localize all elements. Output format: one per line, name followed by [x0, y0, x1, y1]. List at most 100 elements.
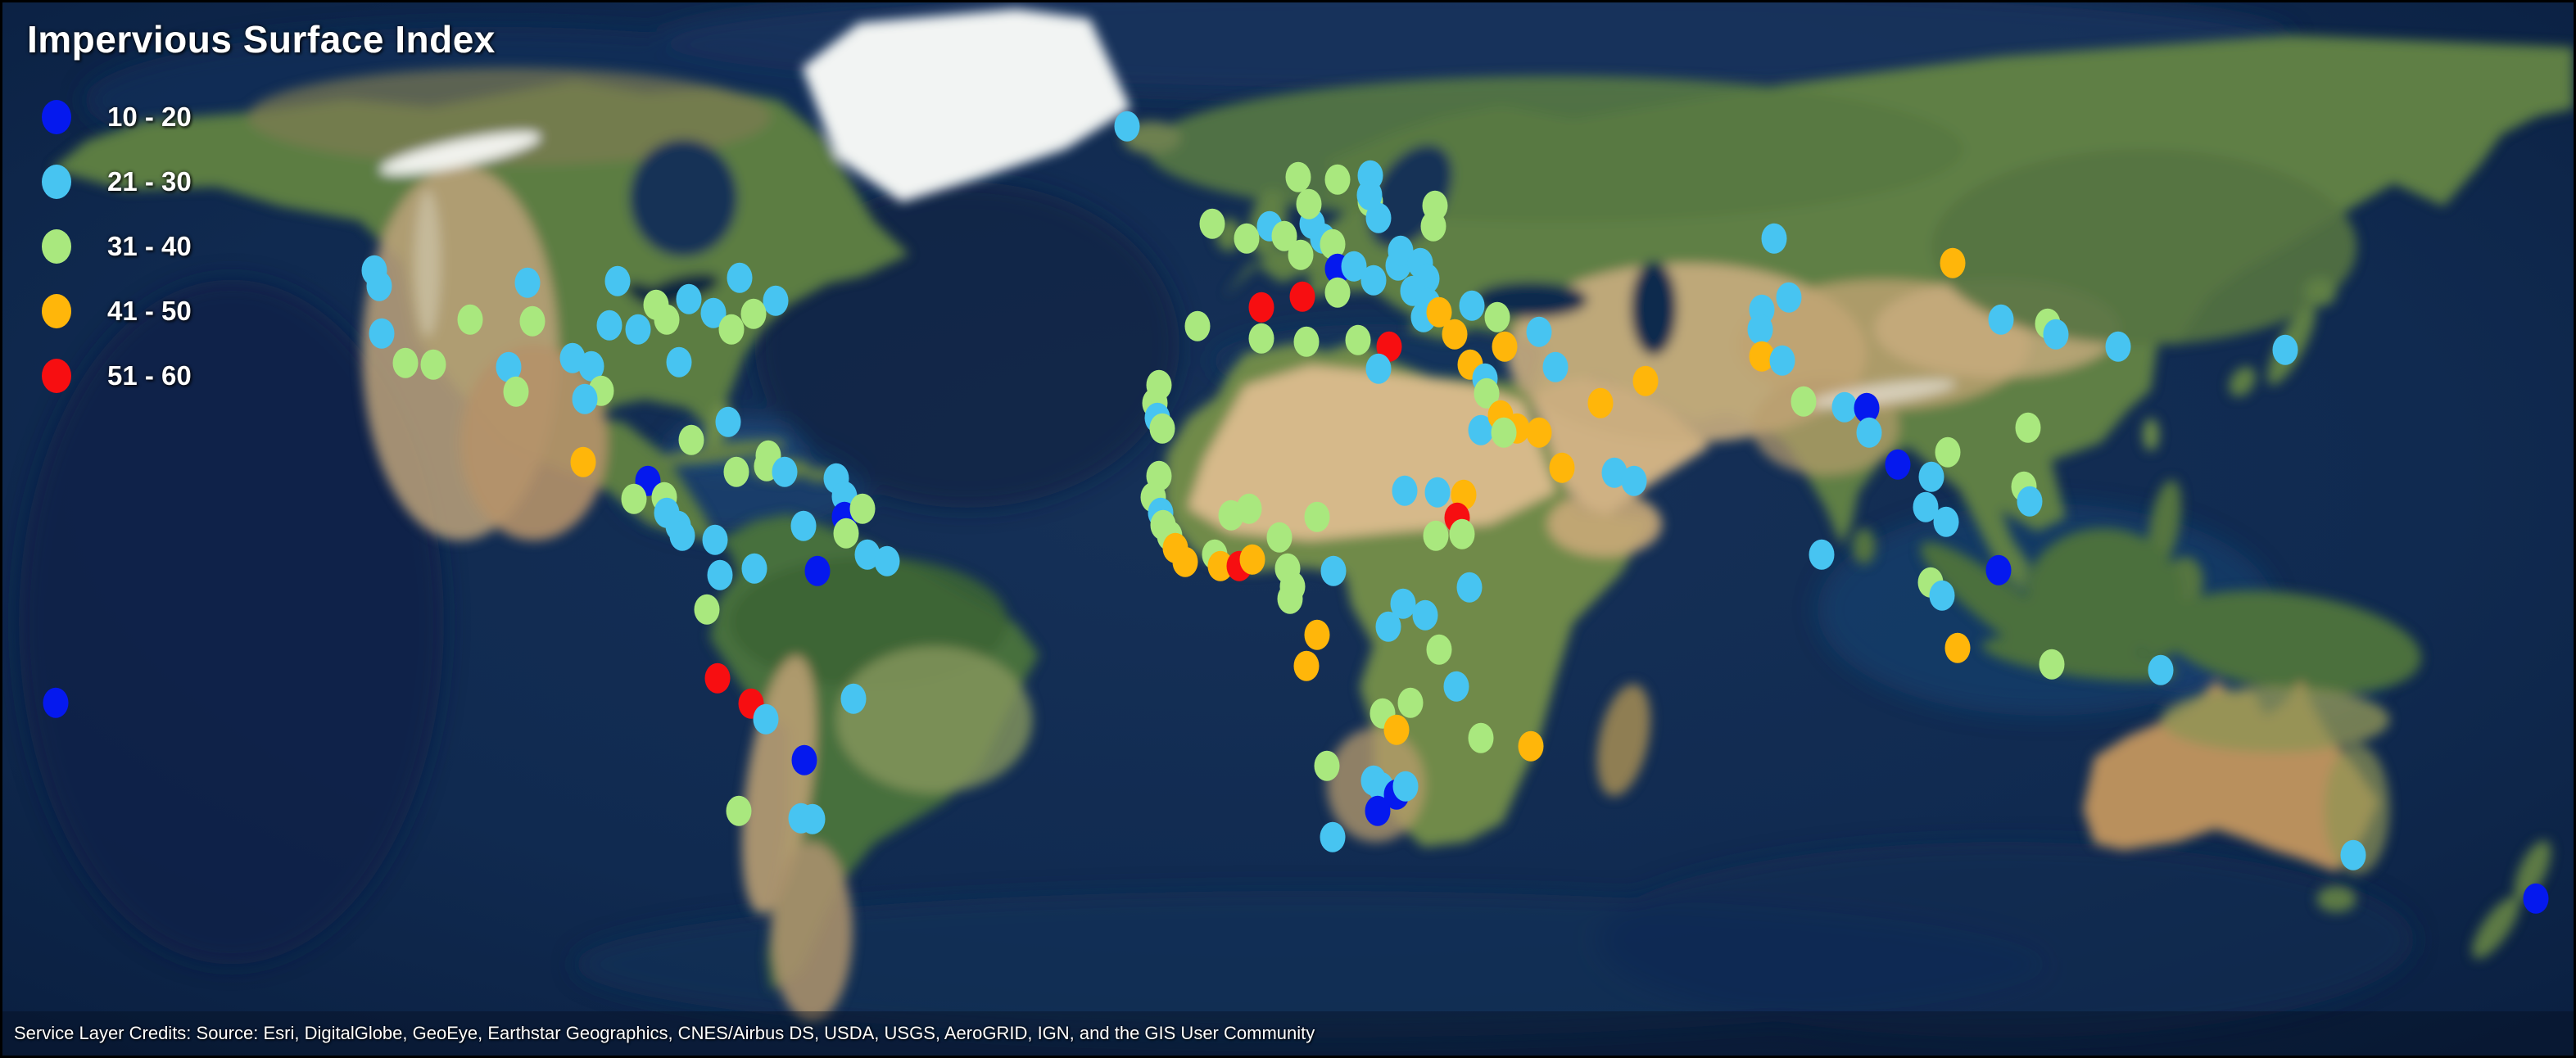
map-point[interactable] — [1588, 387, 1614, 418]
map-point[interactable] — [1550, 453, 1575, 483]
map-point[interactable] — [1989, 305, 2014, 335]
map-point[interactable] — [705, 663, 731, 694]
map-point[interactable] — [621, 484, 646, 514]
map-point[interactable] — [695, 594, 720, 624]
map-point[interactable] — [1492, 332, 1518, 362]
map-point[interactable] — [1940, 247, 1966, 278]
map-point[interactable] — [1747, 314, 1772, 345]
map-point[interactable] — [724, 457, 749, 487]
map-point[interactable] — [1237, 494, 1262, 524]
map-point[interactable] — [1185, 311, 1211, 341]
map-point[interactable] — [741, 299, 767, 329]
map-point[interactable] — [2524, 884, 2549, 914]
map-point[interactable] — [654, 305, 680, 335]
map-point[interactable] — [1296, 189, 1321, 219]
map-point[interactable] — [1324, 165, 1350, 195]
legend-item-21-30[interactable]: 21 - 30 — [27, 149, 496, 214]
map-point[interactable] — [1856, 417, 1881, 447]
map-point[interactable] — [1200, 208, 1225, 238]
map-point[interactable] — [1769, 346, 1795, 376]
map-point[interactable] — [1293, 651, 1319, 681]
map-point[interactable] — [1304, 620, 1329, 650]
map-point[interactable] — [2148, 655, 2173, 685]
map-point[interactable] — [514, 268, 540, 298]
map-point[interactable] — [719, 314, 745, 345]
map-point[interactable] — [1285, 162, 1311, 192]
map-point[interactable] — [1456, 572, 1482, 602]
map-point[interactable] — [2272, 335, 2298, 365]
map-point[interactable] — [1289, 282, 1315, 312]
map-point[interactable] — [1392, 476, 1417, 506]
map-point[interactable] — [763, 286, 789, 316]
map-point[interactable] — [1288, 239, 1313, 269]
map-point[interactable] — [2106, 332, 2131, 362]
map-point[interactable] — [1776, 283, 1801, 313]
map-point[interactable] — [1633, 366, 1659, 396]
map-point[interactable] — [1935, 437, 1961, 468]
map-point[interactable] — [1314, 750, 1339, 780]
map-point[interactable] — [772, 457, 798, 487]
map-point[interactable] — [2044, 319, 2069, 350]
map-point[interactable] — [800, 804, 826, 834]
legend-item-10-20[interactable]: 10 - 20 — [27, 84, 496, 149]
map-point[interactable] — [708, 559, 733, 590]
map-point[interactable] — [1365, 796, 1390, 826]
map-point[interactable] — [1383, 715, 1409, 745]
map-point[interactable] — [1459, 291, 1484, 321]
map-point[interactable] — [1356, 180, 1382, 210]
map-point[interactable] — [1442, 319, 1467, 350]
map-point[interactable] — [1622, 466, 1647, 496]
map-point[interactable] — [1543, 352, 1569, 382]
map-point[interactable] — [572, 383, 597, 414]
map-point[interactable] — [1934, 507, 1959, 537]
map-point[interactable] — [1919, 462, 1944, 492]
map-point[interactable] — [1277, 583, 1302, 613]
map-point[interactable] — [667, 347, 692, 378]
map-point[interactable] — [1267, 522, 1293, 553]
map-point[interactable] — [2017, 486, 2043, 517]
map-point[interactable] — [1412, 599, 1437, 630]
map-point[interactable] — [1320, 822, 1345, 852]
map-point[interactable] — [670, 521, 695, 551]
map-point[interactable] — [754, 704, 779, 735]
map-point[interactable] — [1468, 723, 1493, 753]
map-point[interactable] — [1324, 278, 1350, 308]
map-point[interactable] — [1397, 688, 1423, 718]
map-point[interactable] — [1885, 450, 1910, 480]
map-point[interactable] — [1426, 635, 1451, 665]
map-point[interactable] — [559, 343, 585, 373]
map-point[interactable] — [1422, 191, 1447, 221]
map-point[interactable] — [2040, 649, 2065, 680]
map-point[interactable] — [1115, 111, 1140, 142]
map-point[interactable] — [727, 263, 753, 293]
legend-item-31-40[interactable]: 31 - 40 — [27, 214, 496, 278]
map-point[interactable] — [1945, 633, 1971, 663]
map-point[interactable] — [742, 554, 767, 584]
map-point[interactable] — [519, 306, 545, 337]
map-point[interactable] — [677, 284, 702, 314]
map-point[interactable] — [625, 314, 650, 345]
map-point[interactable] — [1527, 417, 1552, 447]
map-point[interactable] — [604, 266, 630, 296]
map-point[interactable] — [679, 424, 704, 454]
map-point[interactable] — [874, 546, 899, 576]
map-point[interactable] — [1492, 417, 1517, 447]
map-point[interactable] — [805, 556, 831, 586]
map-point[interactable] — [1392, 771, 1418, 801]
map-point[interactable] — [596, 310, 622, 341]
map-point[interactable] — [503, 377, 528, 407]
map-point[interactable] — [2016, 412, 2041, 442]
map-point[interactable] — [1443, 671, 1469, 702]
map-point[interactable] — [1519, 731, 1544, 762]
map-point[interactable] — [1449, 519, 1474, 549]
map-point[interactable] — [792, 744, 817, 775]
map-point[interactable] — [1809, 540, 1834, 570]
map-point[interactable] — [834, 518, 859, 549]
map-point[interactable] — [1345, 325, 1370, 355]
map-point[interactable] — [1375, 612, 1401, 642]
map-point[interactable] — [1234, 223, 1260, 253]
map-point[interactable] — [791, 511, 817, 541]
map-point[interactable] — [849, 494, 875, 524]
map-point[interactable] — [570, 447, 595, 477]
map-point[interactable] — [1791, 386, 1816, 416]
